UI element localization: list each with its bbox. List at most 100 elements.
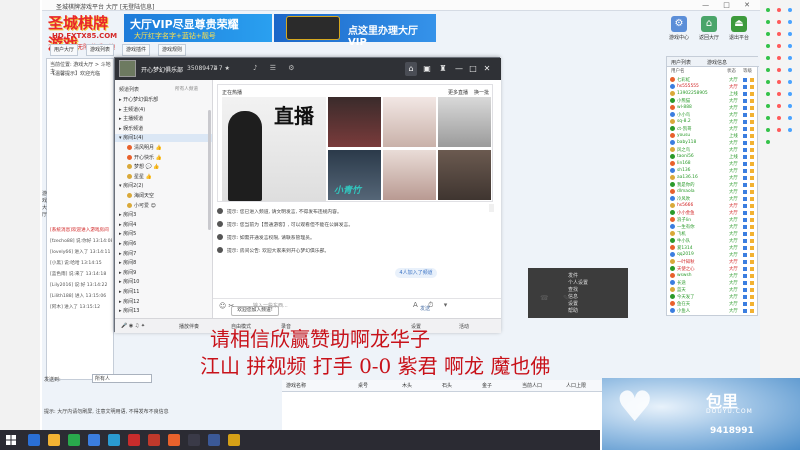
folder-icon[interactable] [48,434,60,446]
channel-filter[interactable]: 所有人频道 [175,86,198,92]
footer-item[interactable]: 活动 [459,323,469,330]
close-icon[interactable]: ✕ [481,62,493,76]
qq-icon[interactable] [88,434,100,446]
hall-window-controls[interactable]: — □ ✕ [702,1,756,9]
column-header[interactable]: 当前人口 [522,382,542,389]
minimize-icon[interactable]: — [453,62,465,76]
channel-label: ▸ 房间5 [119,231,137,238]
channel-scrollbar[interactable] [208,110,211,230]
channel-item[interactable]: ▸ 主播频道 [119,115,143,123]
wechat-icon[interactable] [68,434,80,446]
tool-exit[interactable]: ⏏ 退出平台 [726,14,752,48]
user-name: 13902258905 [677,91,708,96]
home-icon[interactable]: ⌂ [405,62,417,76]
user-avatar-icon [670,140,675,145]
system-message-text: 提示: 您当前为【普通游客】, 可以观看但不能在公屏发言。 [227,223,354,228]
tab-user-list[interactable]: 用户列表 [671,59,691,66]
tab-game-info[interactable]: 游戏信息 [707,59,727,66]
browser-icon[interactable] [28,434,40,446]
vip-cta-banner[interactable]: 点这里办理大厅VIP [274,14,436,48]
channel-label: ▸ 房间4 [119,221,137,228]
player-icon[interactable] [208,434,220,446]
vip-icon [750,148,754,152]
channel-item[interactable]: ▸ 房间7 [119,250,136,258]
status-dot [766,56,770,60]
emoji-icon[interactable]: ☺ ✂ [219,302,234,310]
channel-item[interactable]: ▸ 房间5 [119,230,136,238]
live-thumb-1[interactable] [328,97,381,147]
tab-user-hall[interactable]: 用户大厅 [50,44,79,56]
tool-game-center[interactable]: ⚙ 游戏中心 [666,14,692,48]
user-row[interactable]: 小鱼人 大厅 [667,307,759,315]
more-live-link[interactable]: 更多直播 [448,89,468,96]
vip-icon [750,169,754,173]
channel-item[interactable]: ▸ 房间13 [119,307,139,315]
vip-banner[interactable]: 大厅VIP尽显尊贵荣耀 大厅红字名字+蓝钻+靓号 [124,14,272,42]
windows-start-icon[interactable] [6,435,16,445]
dark-menu-item[interactable]: 查找 [568,286,578,293]
channel-item[interactable]: ▸ 房间10 [119,278,139,286]
live-thumb-2[interactable] [383,97,436,147]
channel-item[interactable]: ▸ 房间4 [119,221,136,229]
game-icon[interactable]: ▣ [421,62,433,76]
send-to-select[interactable]: 所有人 [92,374,152,383]
message-input[interactable]: 输入一些东西... [253,302,288,309]
channel-item[interactable]: ▸ 房间6 [119,240,136,248]
column-header[interactable]: 石头 [442,382,452,389]
game-app-icon[interactable] [148,434,160,446]
live-thumb-6[interactable] [438,150,491,200]
hall-app-icon[interactable] [228,434,240,446]
channel-item[interactable]: 小可爱 😊 [127,202,156,210]
shirt-icon[interactable]: ♜ [437,62,449,76]
channel-item[interactable]: ▸ 房间8 [119,259,136,267]
mic-icon[interactable]: 🎤 ◉ ♫ ✦ [121,323,145,329]
channel-item[interactable]: ▾ 房间1(4) [115,134,212,143]
channel-item[interactable]: ▸ 开心梦幻俱乐部 [119,96,158,104]
hall-title-bar: 圣城棋牌游戏平台 大厅 [无登陆信息] — □ ✕ [42,0,760,11]
level-icon [743,253,747,257]
dark-menu-item[interactable]: 个人设置 [568,279,588,286]
user-list-panel: 用户列表 游戏信息 用户名 状态 等级 七彩虹 大厅 hs555555 大厅 13902… [666,56,759,316]
wps-icon[interactable] [128,434,140,446]
live-thumb-5[interactable] [383,150,436,200]
live-thumb-4[interactable]: 小青竹 [328,150,381,200]
dark-menu-item[interactable]: 发件 [568,272,578,279]
column-header[interactable]: 桌号 [358,382,368,389]
app-icon[interactable] [108,434,120,446]
message-scroll-indicator[interactable] [489,204,494,212]
column-header[interactable]: 金子 [482,382,492,389]
footer-item[interactable]: 播放伴奏 [179,323,199,330]
column-header[interactable]: 木头 [402,382,412,389]
channel-item[interactable]: ▸ 主频道(4) [119,106,145,114]
channel-item[interactable]: ▸ 娱乐频道 [119,125,143,133]
refresh-live-link[interactable]: 换一批 [474,89,489,96]
channel-item[interactable]: ▸ 房间3 [119,211,136,219]
vip-icon [750,232,754,236]
channel-item[interactable]: 清风明月 👍 [127,144,162,152]
tab-game-list[interactable]: 游戏列表 [86,44,115,56]
channel-item[interactable]: ▾ 房间2(2) [119,182,143,190]
yy-icon[interactable] [168,434,180,446]
header-icon-row[interactable]: ♪ ☰ ⚙ [253,64,299,72]
channel-item[interactable]: ▸ 房间11 [119,288,139,296]
tool-return-hall[interactable]: ⌂ 返回大厅 [696,14,722,48]
live-poster-main[interactable]: 直播 [222,97,326,201]
column-header[interactable]: 人口上限 [566,382,586,389]
channel-item[interactable]: ▸ 房间12 [119,298,139,306]
channel-item[interactable]: 星星 👍 [127,173,152,181]
channel-item[interactable]: 梦想 💬 👍 [127,163,160,171]
live-thumb-3[interactable] [438,97,491,147]
channel-item[interactable]: 开心快乐 👍 [127,154,162,162]
channel-item[interactable]: ▸ 房间9 [119,269,136,277]
tab-plugins[interactable]: 游戏插件 [122,44,151,56]
send-button[interactable]: 发送 [420,305,438,315]
tab-rules[interactable]: 游戏规则 [158,44,187,56]
channel-item[interactable]: 海阔天空 [127,192,154,200]
level-icon [743,246,747,250]
recorder-icon[interactable] [188,434,200,446]
maximize-icon[interactable]: □ [467,62,479,76]
column-header[interactable]: 游戏名称 [286,382,306,389]
dark-menu-item[interactable]: 帮助 [568,307,578,314]
side-mini-icons[interactable]: ☎ ✎ [540,294,575,302]
room-avatar[interactable] [119,60,136,77]
